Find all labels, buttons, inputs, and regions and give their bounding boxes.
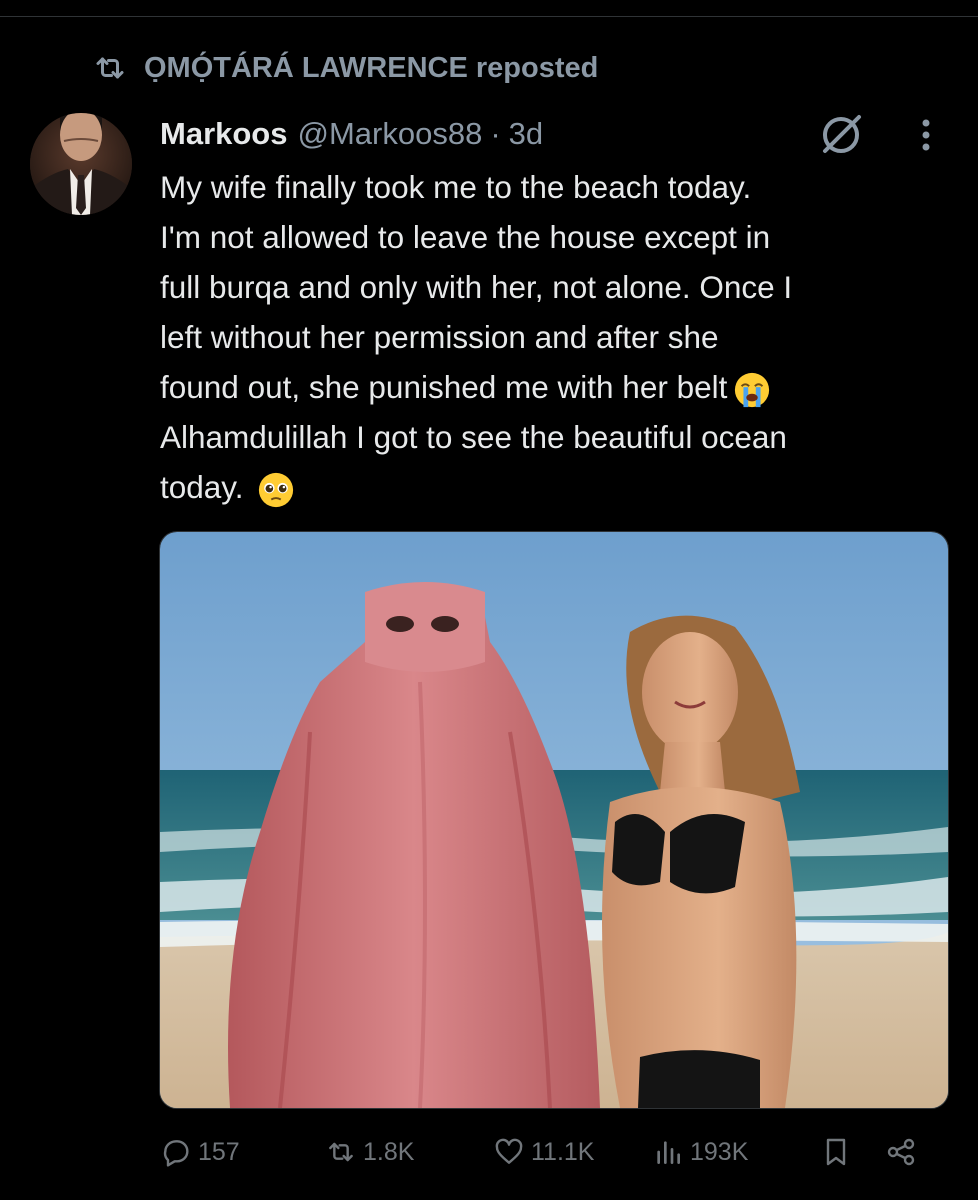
like-button[interactable]: 11.1K — [493, 1136, 594, 1168]
view-count: 193K — [690, 1137, 749, 1166]
repost-count: 1.8K — [363, 1137, 415, 1166]
repost-icon — [329, 1142, 353, 1162]
avatar[interactable] — [30, 113, 132, 215]
tweet-text: My wife finally took me to the beach tod… — [160, 162, 960, 512]
tweet-line: today. — [160, 469, 244, 505]
repost-icon — [96, 57, 124, 79]
bookmark-button[interactable] — [820, 1136, 852, 1168]
tweet-line: found out, she punished me with her belt — [160, 369, 728, 405]
tweet-line-with-emoji: found out, she punished me with her belt — [160, 362, 960, 412]
author-handle[interactable]: @Markoos88 — [297, 116, 482, 152]
author-name[interactable]: Markoos — [160, 116, 287, 152]
like-count: 11.1K — [531, 1137, 595, 1166]
reply-count: 157 — [198, 1137, 240, 1166]
action-bar: 157 1.8K 11.1K 193K — [160, 1130, 940, 1174]
tweet-line: left without her permission and after sh… — [160, 319, 719, 355]
heart-icon — [495, 1138, 523, 1164]
loudly-crying-face-icon — [735, 372, 770, 407]
tweet-line: My wife finally took me to the beach tod… — [160, 169, 752, 205]
tweet-line-with-emoji: today. — [160, 462, 960, 512]
pleading-face-icon — [259, 472, 294, 507]
reply-icon — [163, 1140, 189, 1167]
tweet-line: full burqa and only with her, not alone.… — [160, 269, 793, 305]
repost-button[interactable]: 1.8K — [325, 1136, 414, 1168]
more-icon — [922, 119, 930, 151]
repost-indicator[interactable]: ỌMỌ́TÁRÁ LAWRENCE reposted — [92, 48, 598, 88]
views-button[interactable]: 193K — [652, 1136, 748, 1168]
tweet-image[interactable] — [159, 531, 949, 1109]
tweet-line: I'm not allowed to leave the house excep… — [160, 219, 771, 255]
more-options-button[interactable] — [912, 115, 940, 155]
tweet-line: Alhamdulillah I got to see the beautiful… — [160, 419, 787, 455]
views-icon — [657, 1141, 680, 1164]
tweet-header: Markoos @Markoos88 · 3d — [160, 112, 543, 156]
share-button[interactable] — [885, 1136, 917, 1168]
top-divider — [0, 16, 978, 17]
grok-button[interactable] — [816, 112, 866, 156]
bookmark-icon — [826, 1138, 846, 1166]
grok-icon — [823, 115, 861, 153]
separator-dot: · — [490, 116, 501, 151]
timestamp[interactable]: 3d — [509, 116, 543, 152]
repost-label[interactable]: ỌMỌ́TÁRÁ LAWRENCE reposted — [144, 52, 598, 85]
share-icon — [887, 1138, 915, 1166]
reply-button[interactable]: 157 — [160, 1136, 240, 1168]
